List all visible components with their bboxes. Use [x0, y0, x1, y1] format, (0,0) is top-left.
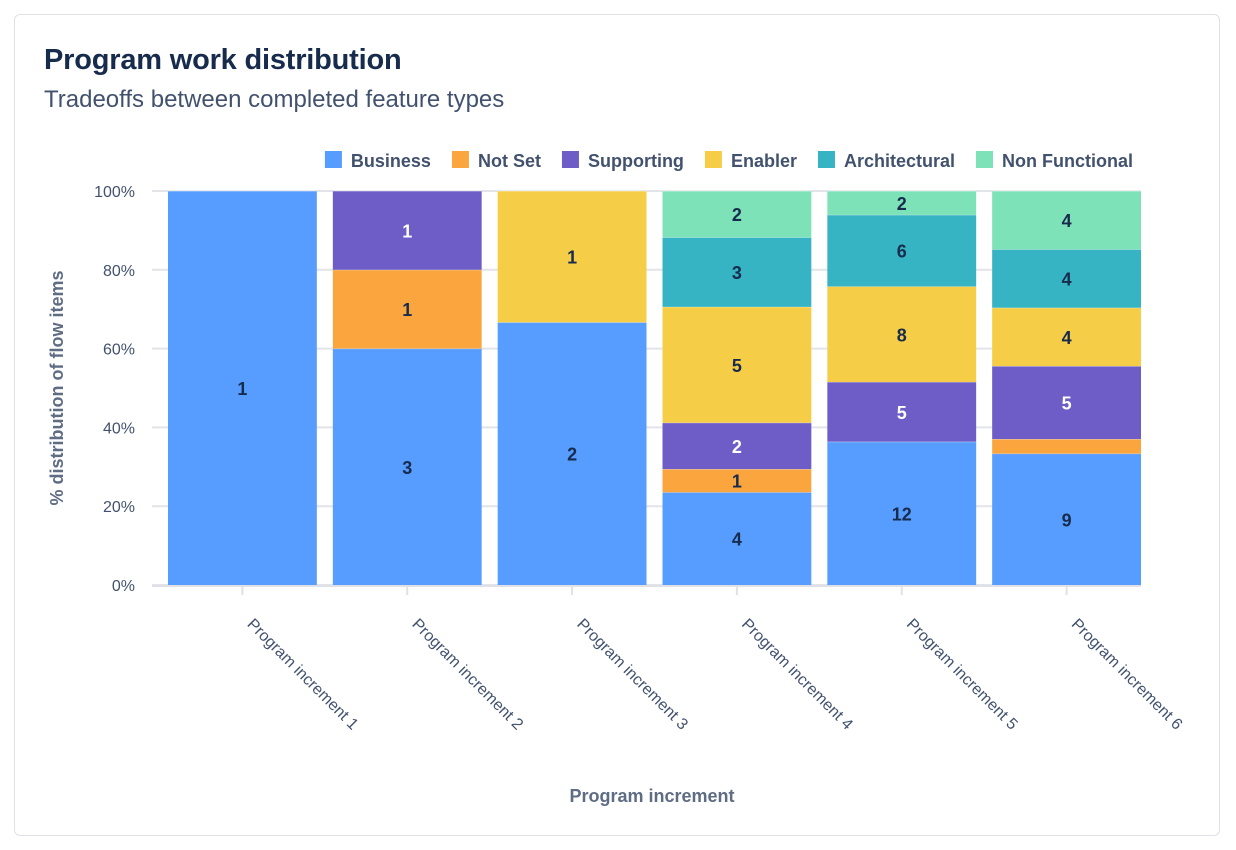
legend-swatch [451, 151, 469, 168]
bar-value-label: 1 [402, 300, 412, 320]
bar-value-label: 1 [237, 379, 247, 399]
x-axis-ticks: Program increment 1 Program increment 2 Pr… [152, 585, 1186, 734]
y-tick-label: 60% [103, 342, 135, 359]
bars: 13112141253212586295444 [168, 190, 1141, 585]
bar-stack-6: 9 5 4 4 4 [992, 190, 1141, 585]
bar-value-label: 2 [897, 194, 907, 214]
bar-value-label: 4 [1062, 328, 1072, 348]
y-axis-title: % distribution of flow items [47, 271, 67, 506]
legend-swatch [976, 151, 994, 168]
x-tick-label: Program increment 2 [408, 616, 526, 734]
legend-item-non-functional[interactable]: Non Functional [976, 151, 1133, 171]
x-axis-title: Program increment [569, 786, 734, 806]
legend-item-supporting[interactable]: Supporting [561, 151, 684, 171]
bar-value-label: 4 [732, 530, 742, 550]
bar-value-label: 5 [897, 403, 907, 423]
bar-value-label: 1 [567, 248, 577, 268]
y-tick-label: 0% [112, 578, 135, 595]
x-tick-label: Program increment 1 [244, 616, 362, 734]
legend-swatch [561, 151, 579, 168]
bar-value-label: 12 [892, 504, 912, 524]
bar-stack-4: 4 1 2 5 3 2 [662, 190, 812, 585]
legend-label: Supporting [588, 151, 684, 171]
legend-item-business[interactable]: Business [324, 151, 431, 171]
bar-segment-not-set[interactable] [992, 439, 1141, 454]
y-tick-label: 40% [103, 420, 135, 437]
y-tick-label: 20% [103, 499, 135, 516]
legend-label: Not Set [478, 151, 541, 171]
bar-value-label: 4 [1062, 211, 1072, 231]
y-axis-ticks: 0% 20% 40% 60% 80% 100% [94, 184, 135, 595]
legend-label: Enabler [731, 151, 797, 171]
bar-value-label: 8 [897, 325, 907, 345]
x-tick-label: Program increment 5 [903, 616, 1021, 734]
y-tick-label: 100% [94, 184, 135, 201]
bar-value-label: 3 [402, 458, 412, 478]
bar-value-label: 1 [732, 472, 742, 492]
y-tick-label: 80% [103, 263, 135, 280]
legend-swatch [324, 151, 342, 168]
bar-stack-1: 1 [168, 190, 317, 585]
bar-value-label: 4 [1062, 270, 1072, 290]
legend-swatch [817, 151, 835, 168]
bar-value-label: 2 [732, 205, 742, 225]
legend-label: Business [351, 151, 431, 171]
legend-item-enabler[interactable]: Enabler [704, 151, 797, 171]
legend-label: Non Functional [1002, 151, 1133, 171]
bar-stack-5: 12 5 8 6 2 [827, 190, 977, 585]
bar-value-label: 9 [1062, 510, 1072, 530]
stacked-bar-chart: Business Not Set Supporting Enabler Architec… [47, 151, 1186, 806]
legend-label: Architectural [844, 151, 955, 171]
legend-swatch [704, 151, 722, 168]
bar-value-label: 3 [732, 263, 742, 283]
bar-value-label: 5 [1062, 394, 1072, 414]
legend-item-architectural[interactable]: Architectural [817, 151, 955, 171]
legend: Business Not Set Supporting Enabler Architec… [324, 151, 1133, 171]
bar-value-label: 2 [567, 445, 577, 465]
x-tick-label: Program increment 4 [738, 616, 856, 734]
bar-stack-2: 3 1 1 [332, 190, 482, 585]
x-tick-label: Program increment 6 [1068, 616, 1186, 734]
x-tick-label: Program increment 3 [573, 616, 691, 734]
legend-item-not-set[interactable]: Not Set [451, 151, 541, 171]
bar-stack-3: 21 [497, 190, 647, 585]
bar-value-label: 6 [897, 242, 907, 262]
bar-value-label: 5 [732, 356, 742, 376]
bar-value-label: 2 [732, 437, 742, 457]
bar-value-label: 1 [402, 221, 412, 241]
